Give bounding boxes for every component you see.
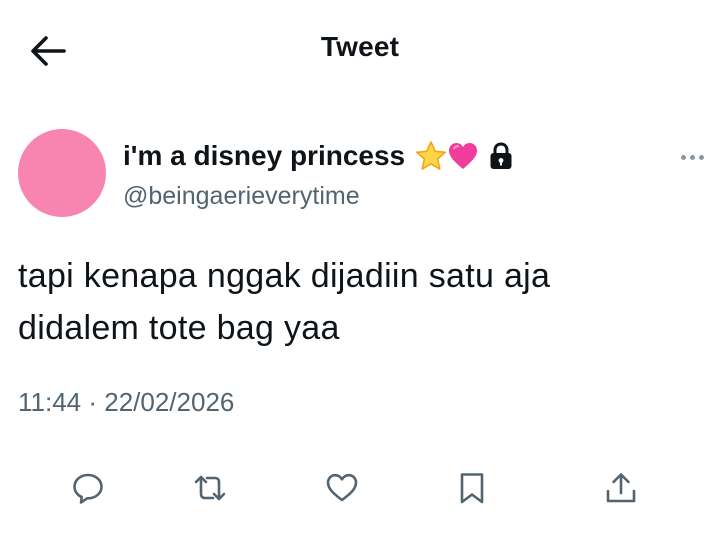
retweet-button[interactable] — [190, 468, 230, 508]
lock-icon — [489, 141, 513, 171]
star-emoji-icon — [416, 141, 447, 170]
like-button[interactable] — [322, 468, 362, 508]
share-button[interactable] — [601, 468, 641, 508]
more-options-icon[interactable] — [676, 148, 708, 166]
page-title: Tweet — [320, 31, 400, 62]
tweet-text-line: tapi kenapa nggak dijadiin satu aja — [18, 257, 551, 295]
like-icon — [326, 473, 358, 502]
retweet-icon — [194, 475, 226, 501]
more-dot — [689, 154, 695, 160]
author-name-row[interactable]: i'm a disney princess — [123, 136, 513, 176]
name-emojis — [415, 140, 479, 172]
tweet-timestamp[interactable]: 11:44 · 22/02/2026 — [18, 387, 234, 418]
pink-heart-emoji-icon — [449, 143, 478, 169]
username-handle[interactable]: @beingaerieverytime — [123, 182, 360, 211]
bookmark-icon — [460, 473, 484, 504]
reply-icon — [73, 473, 103, 504]
display-name[interactable]: i'm a disney princess — [123, 140, 405, 172]
share-icon — [606, 473, 636, 503]
reply-button[interactable] — [68, 468, 108, 508]
tweet-text-line: didalem tote bag yaa — [18, 309, 340, 347]
avatar[interactable] — [18, 129, 106, 217]
top-bar: Tweet — [0, 0, 720, 100]
tweet-text: tapi kenapa nggak dijadiin satu aja dida… — [18, 250, 698, 354]
more-dot — [698, 154, 704, 160]
bookmark-button[interactable] — [452, 468, 492, 508]
more-dot — [680, 154, 686, 160]
